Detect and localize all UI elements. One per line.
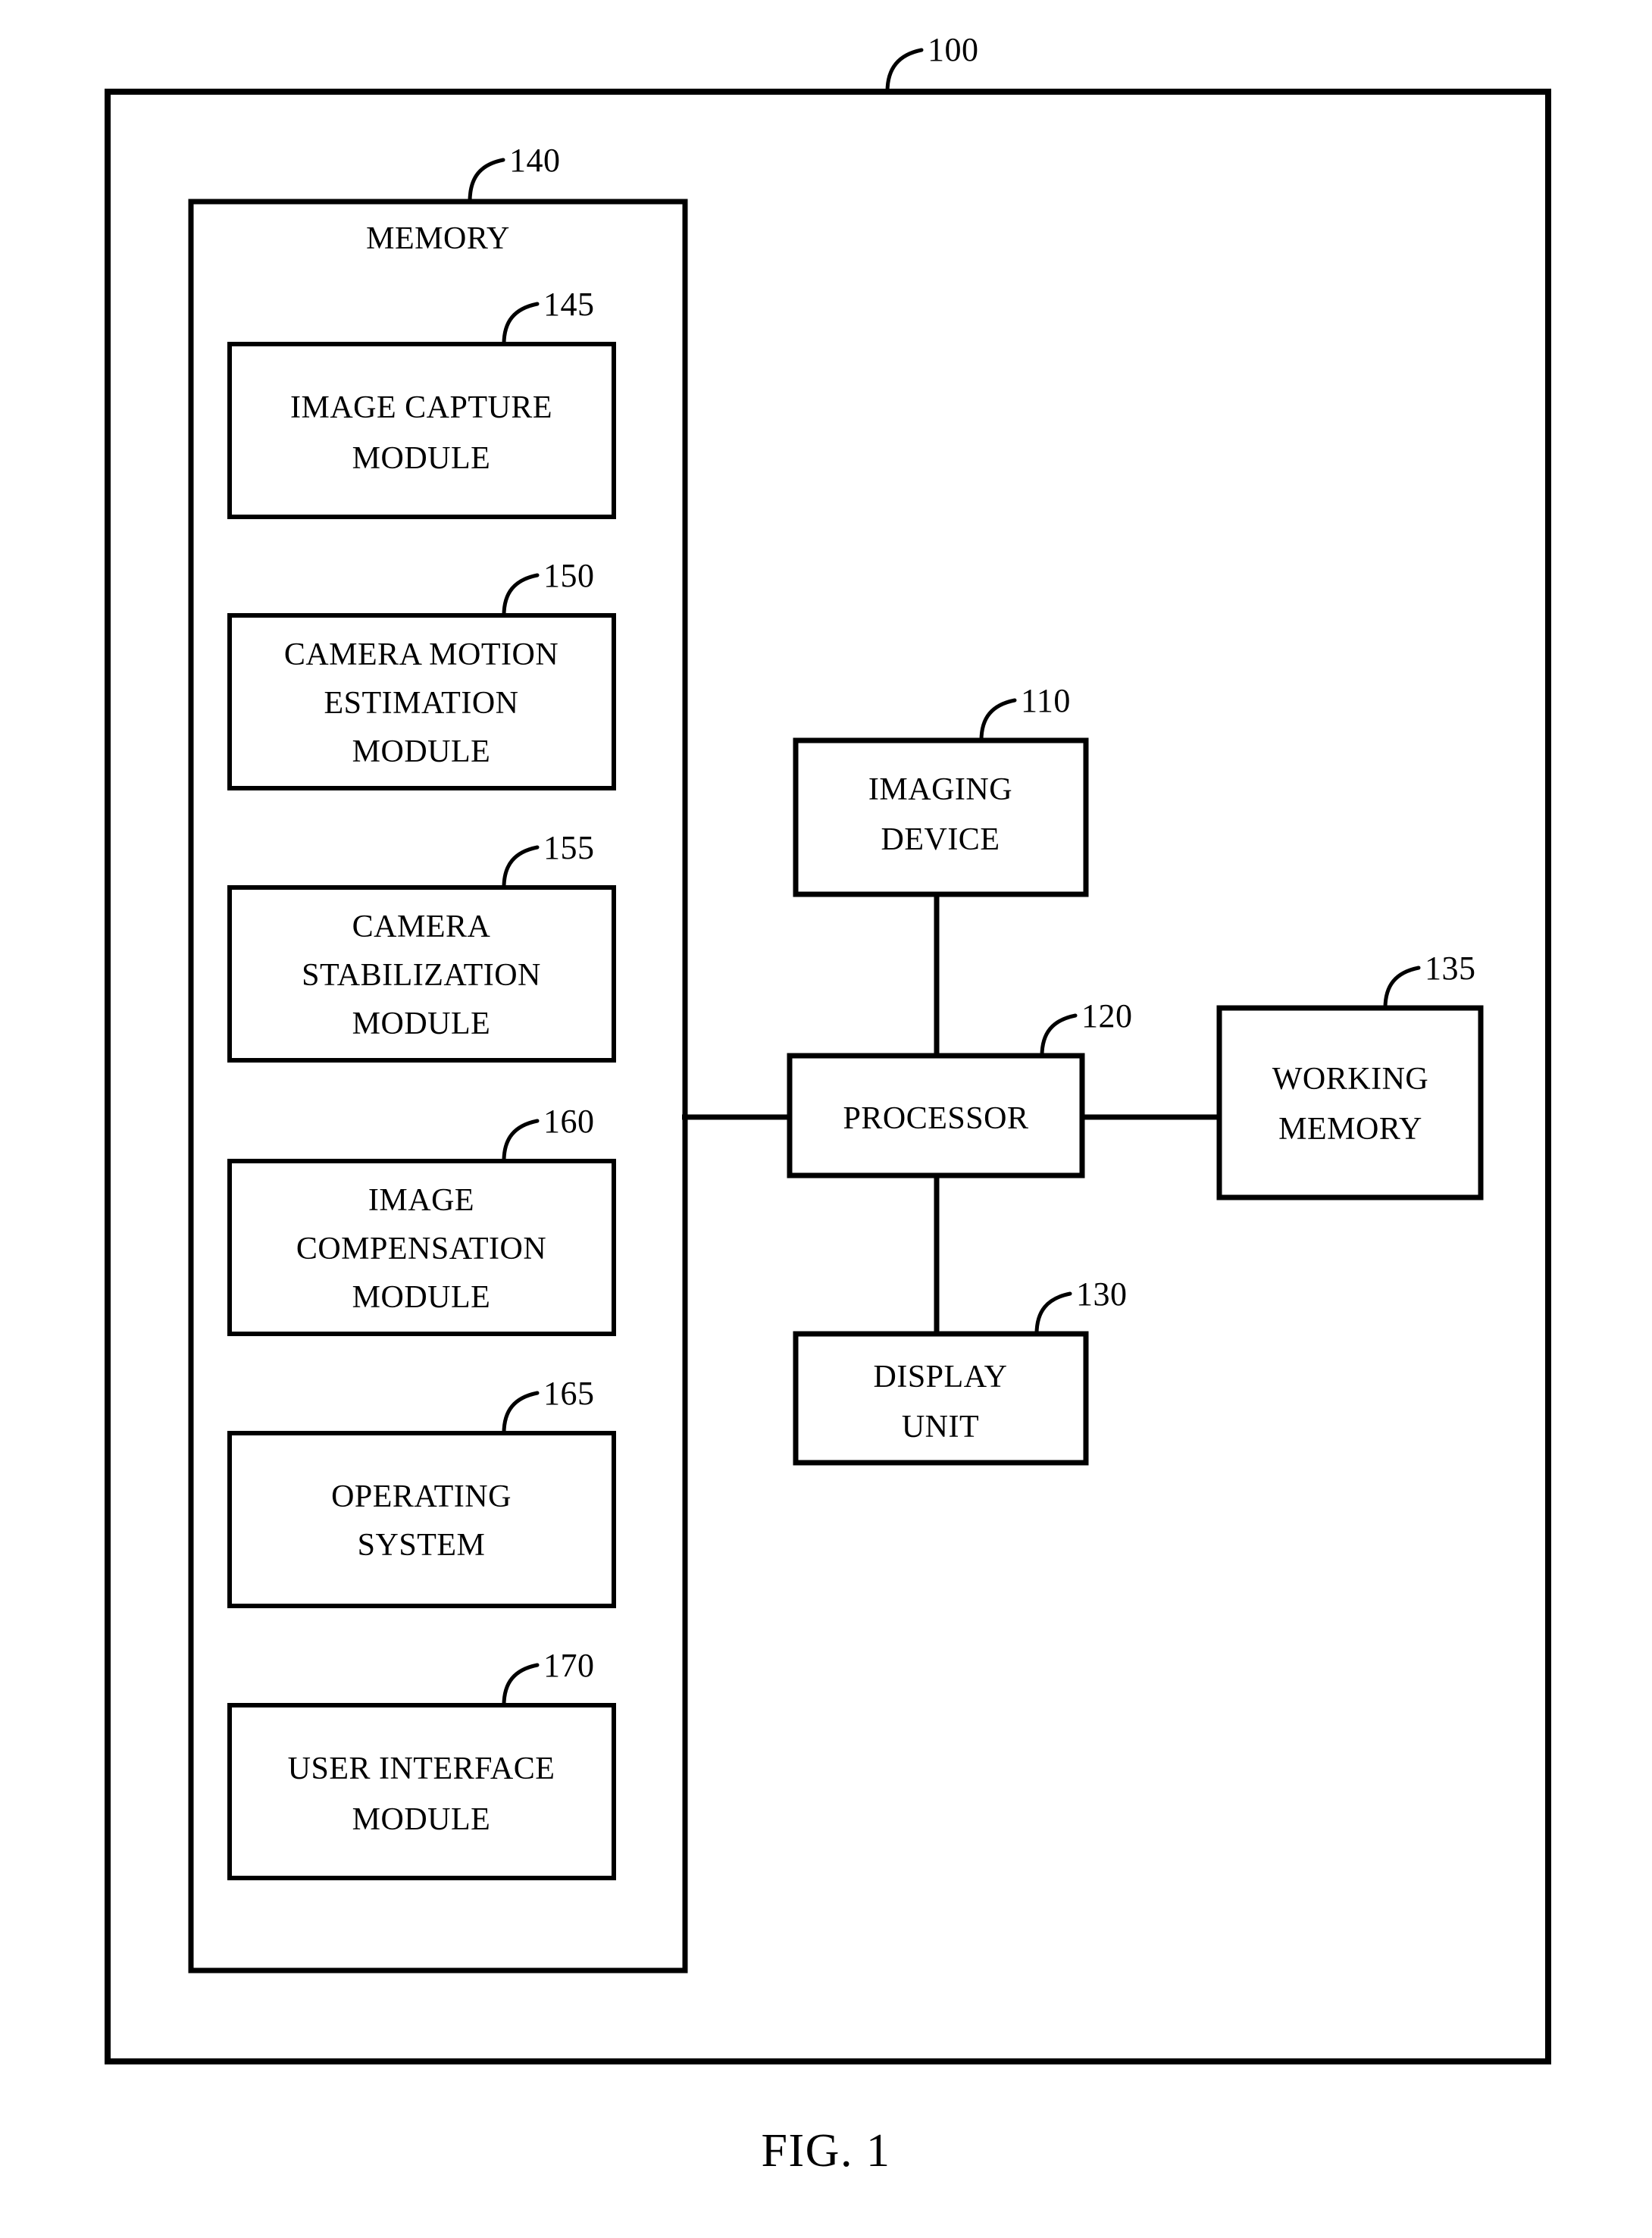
- ref-number-110: 110: [1021, 682, 1071, 719]
- imaging-device-line-2: DEVICE: [881, 822, 1000, 857]
- working-memory-line-2: MEMORY: [1278, 1112, 1422, 1147]
- module-160-line-2: COMPENSATION: [296, 1232, 546, 1266]
- memory-title: MEMORY: [366, 221, 510, 256]
- module-box-145: [227, 342, 616, 519]
- ref-number-140: 140: [509, 142, 561, 179]
- module-150-line-2: ESTIMATION: [324, 686, 519, 721]
- module-145-line-2: MODULE: [352, 441, 491, 476]
- ref-number-135: 135: [1425, 950, 1476, 987]
- ref-number-145: 145: [543, 286, 595, 323]
- module-170-line-2: MODULE: [352, 1802, 491, 1837]
- module-box-170: [227, 1703, 616, 1880]
- ref-number-150: 150: [543, 557, 595, 594]
- working-memory-line-1: WORKING: [1272, 1062, 1428, 1097]
- display-unit-line-2: UNIT: [902, 1410, 979, 1445]
- working-memory-box: [1216, 1005, 1484, 1200]
- ref-number-100: 100: [928, 31, 979, 68]
- module-box-165: [227, 1431, 616, 1608]
- module-145-line-1: IMAGE CAPTURE: [290, 390, 552, 425]
- module-170-line-1: USER INTERFACE: [288, 1751, 555, 1786]
- imaging-device-box: [793, 737, 1089, 897]
- module-150-line-3: MODULE: [352, 734, 491, 769]
- ref-number-170: 170: [543, 1647, 595, 1684]
- module-160-line-3: MODULE: [352, 1280, 491, 1315]
- processor-label: PROCESSOR: [843, 1101, 1029, 1136]
- ref-number-130: 130: [1076, 1276, 1128, 1313]
- ref-number-120: 120: [1081, 997, 1133, 1034]
- module-165-line-2: SYSTEM: [358, 1528, 486, 1563]
- module-165-line-1: OPERATING: [331, 1479, 512, 1514]
- module-150-line-1: CAMERA MOTION: [284, 637, 558, 672]
- display-unit-line-1: DISPLAY: [874, 1360, 1008, 1394]
- module-160-line-1: IMAGE: [368, 1183, 474, 1218]
- ref-number-160: 160: [543, 1103, 595, 1140]
- module-155-line-3: MODULE: [352, 1006, 491, 1041]
- ref-number-155: 155: [543, 829, 595, 866]
- ref-number-165: 165: [543, 1375, 595, 1412]
- leader-line-100: [885, 48, 924, 94]
- figure-container: 100 140 MEMORY 145 IMAGE CAPTURE MODULE …: [0, 0, 1652, 2238]
- figure-caption: FIG. 1: [762, 2125, 891, 2177]
- module-155-line-1: CAMERA: [352, 909, 491, 944]
- system-block-diagram: 100 140 MEMORY 145 IMAGE CAPTURE MODULE …: [105, 31, 1551, 2177]
- module-155-line-2: STABILIZATION: [302, 958, 541, 993]
- imaging-device-line-1: IMAGING: [868, 772, 1012, 807]
